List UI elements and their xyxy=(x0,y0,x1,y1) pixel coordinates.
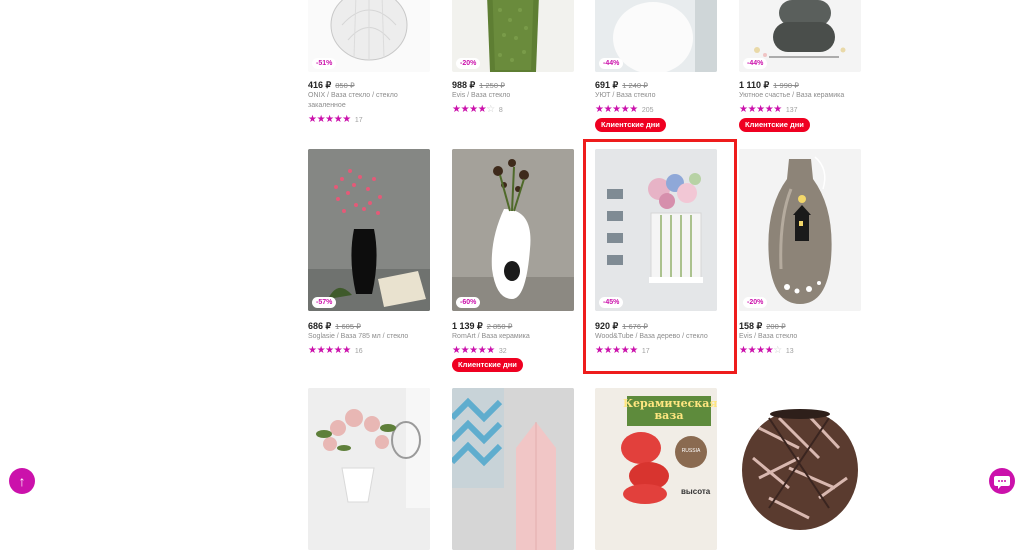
image-title-text: Керамическая ваза xyxy=(623,397,717,422)
rating: ★★★★★ 17 xyxy=(308,113,363,126)
rating: ★★★★★ 32 xyxy=(452,344,507,357)
old-price: 1 250 ₽ xyxy=(479,81,505,90)
product-price: 416 ₽ xyxy=(308,80,332,90)
product-image[interactable] xyxy=(452,388,574,550)
discount-badge: -20% xyxy=(743,297,768,308)
star-icons: ★★★★★ xyxy=(308,114,351,125)
discount-badge: -20% xyxy=(456,58,481,69)
product-image[interactable]: -60% xyxy=(452,149,574,311)
image-badge-text: RUSSIA xyxy=(681,448,701,454)
chat-bubble-icon xyxy=(994,476,1010,489)
arrow-up-icon: ↑ xyxy=(18,473,26,489)
product-description[interactable]: ONIX / Ваза стекло / стекло закаленное xyxy=(308,91,430,111)
product-image[interactable]: -20% xyxy=(739,149,861,311)
old-price: 850 ₽ xyxy=(335,81,355,90)
product-price: 691 ₽ xyxy=(595,80,619,90)
product-price: 1 139 ₽ xyxy=(452,321,483,331)
product-price: 988 ₽ xyxy=(452,80,476,90)
rating: ★★★★★ 137 xyxy=(739,103,798,116)
promo-badge[interactable]: Клиентские дни xyxy=(739,118,810,132)
product-image[interactable]: Керамическая ваза RUSSIA высота xyxy=(595,388,717,550)
star-icons: ★★★★☆ xyxy=(452,104,495,115)
product-description[interactable]: Evis / Ваза стекло xyxy=(739,332,861,342)
rating: ★★★★☆ 8 xyxy=(452,103,503,116)
star-icons: ★★★★★ xyxy=(308,345,351,356)
review-count: 137 xyxy=(785,107,798,114)
old-price: 2 850 ₽ xyxy=(486,322,513,331)
discount-badge: -57% xyxy=(312,297,337,308)
review-count: 205 xyxy=(641,107,654,114)
rating: ★★★★★ 205 xyxy=(595,103,654,116)
old-price: 200 ₽ xyxy=(766,322,786,331)
product-description[interactable]: Evis / Ваза стекло xyxy=(452,91,574,101)
star-icons: ★★★★★ xyxy=(739,104,782,115)
star-icons: ★★★★★ xyxy=(595,104,638,115)
scroll-up-button[interactable]: ↑ xyxy=(9,468,35,494)
discount-badge: -44% xyxy=(743,58,768,69)
old-price: 1 605 ₽ xyxy=(335,322,361,331)
product-price: 158 ₽ xyxy=(739,321,763,331)
old-price: 1 240 ₽ xyxy=(622,81,648,90)
discount-badge: -51% xyxy=(312,58,337,69)
image-footer-text: высота xyxy=(681,487,711,496)
old-price: 1 990 ₽ xyxy=(773,81,799,90)
rating: ★★★★★ 16 xyxy=(308,344,363,357)
product-price: 686 ₽ xyxy=(308,321,332,331)
product-image[interactable]: -57% xyxy=(308,149,430,311)
product-image[interactable] xyxy=(739,388,861,550)
promo-badge[interactable]: Клиентские дни xyxy=(595,118,666,132)
product-image[interactable] xyxy=(308,388,430,550)
review-count: 32 xyxy=(498,348,507,355)
selected-product-highlight xyxy=(583,139,737,374)
discount-badge: -60% xyxy=(456,297,481,308)
product-image[interactable]: -51% xyxy=(308,0,430,72)
product-image[interactable]: -20% xyxy=(452,0,574,72)
promo-badge[interactable]: Клиентские дни xyxy=(452,358,523,372)
review-count: 16 xyxy=(354,348,363,355)
product-image[interactable]: -44% xyxy=(595,0,717,72)
discount-badge: -44% xyxy=(599,58,624,69)
product-description[interactable]: RomArt / Ваза керамика xyxy=(452,332,574,342)
product-image[interactable]: 15см -44% xyxy=(739,0,861,72)
review-count: 8 xyxy=(498,107,503,114)
product-description[interactable]: Soglasie / Ваза 785 мл / стекло xyxy=(308,332,430,342)
product-price: 1 110 ₽ xyxy=(739,80,770,90)
rating: ★★★★☆ 13 xyxy=(739,344,794,357)
chat-button[interactable] xyxy=(989,468,1015,494)
review-count: 17 xyxy=(354,117,363,124)
product-description[interactable]: УЮТ / Ваза стекло xyxy=(595,91,717,101)
star-icons: ★★★★★ xyxy=(452,345,495,356)
product-description[interactable]: Уютное счастье / Ваза керамика xyxy=(739,91,861,101)
review-count: 13 xyxy=(785,348,794,355)
star-icons: ★★★★☆ xyxy=(739,345,782,356)
